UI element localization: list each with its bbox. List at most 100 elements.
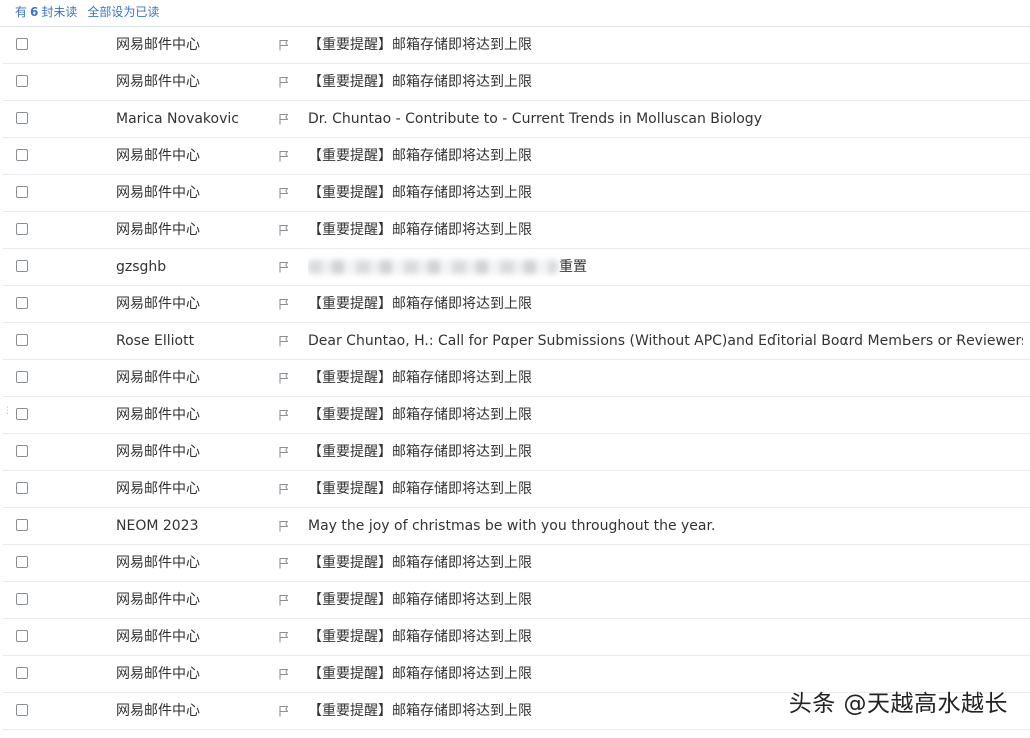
email-row[interactable]: 网易邮件中心 【重要提醒】邮箱存储即将达到上限 bbox=[3, 582, 1030, 619]
select-checkbox[interactable] bbox=[16, 75, 28, 87]
flag-icon[interactable] bbox=[278, 76, 290, 88]
email-row[interactable]: Rose Elliott Dear Chuntao, H.: Call for P… bbox=[3, 323, 1030, 360]
select-checkbox[interactable] bbox=[16, 149, 28, 161]
flag-icon[interactable] bbox=[278, 113, 290, 125]
email-sender: 网易邮件中心 bbox=[116, 148, 200, 164]
email-subject[interactable]: 【重要提醒】邮箱存储即将达到上限 bbox=[308, 286, 532, 322]
flag-icon[interactable] bbox=[278, 668, 290, 680]
select-checkbox[interactable] bbox=[16, 186, 28, 198]
email-sender: 网易邮件中心 bbox=[116, 407, 200, 423]
email-sender: 网易邮件中心 bbox=[116, 296, 200, 312]
select-checkbox[interactable] bbox=[16, 371, 28, 383]
flag-icon[interactable] bbox=[278, 409, 290, 421]
email-subject[interactable]: 【重要提醒】邮箱存储即将达到上限 bbox=[308, 656, 532, 692]
flag-icon[interactable] bbox=[278, 557, 290, 569]
email-row[interactable]: 网易邮件中心 【重要提醒】邮箱存储即将达到上限 bbox=[3, 619, 1030, 656]
drag-handle-icon[interactable]: ⋮ bbox=[3, 407, 12, 421]
select-checkbox[interactable] bbox=[16, 334, 28, 346]
email-row[interactable]: 网易邮件中心 【重要提醒】邮箱存储即将达到上限 bbox=[3, 360, 1030, 397]
flag-icon[interactable] bbox=[278, 520, 290, 532]
select-checkbox[interactable] bbox=[16, 297, 28, 309]
select-checkbox[interactable] bbox=[16, 556, 28, 568]
flag-icon[interactable] bbox=[278, 39, 290, 51]
email-sender: Rose Elliott bbox=[116, 333, 195, 349]
email-sender: gzsghb bbox=[116, 259, 167, 275]
email-subject[interactable]: 【重要提醒】邮箱存储即将达到上限 bbox=[308, 434, 532, 470]
email-sender: 网易邮件中心 bbox=[116, 629, 200, 645]
email-subject[interactable]: 【重要提醒】邮箱存储即将达到上限 bbox=[308, 212, 532, 248]
select-checkbox[interactable] bbox=[16, 260, 28, 272]
email-sender: 网易邮件中心 bbox=[116, 555, 200, 571]
email-subject[interactable]: 【重要提醒】邮箱存储即将达到上限 bbox=[308, 582, 532, 618]
email-subject[interactable]: 【重要提醒】邮箱存储即将达到上限 bbox=[308, 693, 532, 729]
select-checkbox[interactable] bbox=[16, 667, 28, 679]
email-subject[interactable]: Dr. Chuntao - Contribute to - Current Tr… bbox=[308, 101, 762, 137]
select-checkbox[interactable] bbox=[16, 112, 28, 124]
flag-icon[interactable] bbox=[278, 372, 290, 384]
email-row[interactable]: 网易邮件中心 【重要提醒】邮箱存储即将达到上限 bbox=[3, 545, 1030, 582]
email-sender: 网易邮件中心 bbox=[116, 222, 200, 238]
flag-icon[interactable] bbox=[278, 298, 290, 310]
email-subject[interactable]: 【重要提醒】邮箱存储即将达到上限 bbox=[308, 545, 532, 581]
email-subject[interactable]: 【重要提醒】邮箱存储即将达到上限 bbox=[308, 27, 532, 63]
email-row[interactable]: gzsghb 重置 bbox=[3, 249, 1030, 286]
email-row[interactable]: 网易邮件中心 【重要提醒】邮箱存储即将达到上限 bbox=[3, 434, 1030, 471]
email-subject[interactable]: 【重要提醒】邮箱存储即将达到上限 bbox=[308, 64, 532, 100]
select-checkbox[interactable] bbox=[16, 223, 28, 235]
email-subject[interactable]: 【重要提醒】邮箱存储即将达到上限 bbox=[308, 471, 532, 507]
email-subject[interactable]: 【重要提醒】邮箱存储即将达到上限 bbox=[308, 360, 532, 396]
email-sender: Marica Novakovic bbox=[116, 111, 239, 127]
email-row[interactable]: 网易邮件中心 【重要提醒】邮箱存储即将达到上限 bbox=[3, 138, 1030, 175]
flag-icon[interactable] bbox=[278, 705, 290, 717]
email-subject[interactable]: 【重要提醒】邮箱存储即将达到上限 bbox=[308, 175, 532, 211]
watermark: 头条 @天越高水越长 bbox=[788, 691, 1008, 717]
unread-prefix: 有 bbox=[15, 5, 28, 19]
email-sender: NEOM 2023 bbox=[116, 518, 199, 534]
email-subject[interactable]: 【重要提醒】邮箱存储即将达到上限 bbox=[308, 138, 532, 174]
email-subject-text: 重置 bbox=[559, 259, 587, 275]
email-row[interactable]: 网易邮件中心 【重要提醒】邮箱存储即将达到上限 bbox=[3, 471, 1030, 508]
email-row[interactable]: Marica Novakovic Dr. Chuntao - Contribute… bbox=[3, 101, 1030, 138]
select-checkbox[interactable] bbox=[16, 38, 28, 50]
email-sender: 网易邮件中心 bbox=[116, 592, 200, 608]
email-list: 网易邮件中心 【重要提醒】邮箱存储即将达到上限 网易邮件中心 【重要提醒】邮箱存储即将… bbox=[0, 27, 1030, 730]
select-checkbox[interactable] bbox=[16, 445, 28, 457]
unread-summary-bar: 有 6 封未读 全部设为已读 bbox=[0, 0, 1030, 27]
email-sender: 网易邮件中心 bbox=[116, 74, 200, 90]
email-row[interactable]: 网易邮件中心 【重要提醒】邮箱存储即将达到上限 bbox=[3, 64, 1030, 101]
email-row[interactable]: NEOM 2023 May the joy of christmas be wit… bbox=[3, 508, 1030, 545]
email-subject[interactable]: 【重要提醒】邮箱存储即将达到上限 bbox=[308, 397, 532, 433]
email-subject[interactable]: 重置 bbox=[308, 249, 587, 285]
email-row[interactable]: 网易邮件中心 【重要提醒】邮箱存储即将达到上限 bbox=[3, 286, 1030, 323]
email-row[interactable]: 网易邮件中心 【重要提醒】邮箱存储即将达到上限 bbox=[3, 27, 1030, 64]
flag-icon[interactable] bbox=[278, 631, 290, 643]
flag-icon[interactable] bbox=[278, 187, 290, 199]
flag-icon[interactable] bbox=[278, 224, 290, 236]
unread-count: 6 bbox=[30, 5, 39, 19]
email-sender: 网易邮件中心 bbox=[116, 37, 200, 53]
select-checkbox[interactable] bbox=[16, 704, 28, 716]
email-sender: 网易邮件中心 bbox=[116, 481, 200, 497]
flag-icon[interactable] bbox=[278, 150, 290, 162]
email-sender: 网易邮件中心 bbox=[116, 444, 200, 460]
flag-icon[interactable] bbox=[278, 446, 290, 458]
email-row[interactable]: 网易邮件中心 【重要提醒】邮箱存储即将达到上限 bbox=[3, 175, 1030, 212]
flag-icon[interactable] bbox=[278, 335, 290, 347]
flag-icon[interactable] bbox=[278, 594, 290, 606]
flag-icon[interactable] bbox=[278, 261, 290, 273]
flag-icon[interactable] bbox=[278, 483, 290, 495]
email-subject[interactable]: May the joy of christmas be with you thr… bbox=[308, 508, 715, 544]
email-subject[interactable]: Dear Chuntao, H.: Call for Pαper Submiss… bbox=[308, 323, 1023, 359]
mark-all-read-link[interactable]: 全部设为已读 bbox=[87, 5, 159, 19]
email-row[interactable]: ⋮ 网易邮件中心 【重要提醒】邮箱存储即将达到上限 bbox=[3, 397, 1030, 434]
email-row[interactable]: 网易邮件中心 【重要提醒】邮箱存储即将达到上限 bbox=[3, 212, 1030, 249]
email-sender: 网易邮件中心 bbox=[116, 370, 200, 386]
select-checkbox[interactable] bbox=[16, 519, 28, 531]
select-checkbox[interactable] bbox=[16, 408, 28, 420]
select-checkbox[interactable] bbox=[16, 593, 28, 605]
email-sender: 网易邮件中心 bbox=[116, 703, 200, 719]
select-checkbox[interactable] bbox=[16, 482, 28, 494]
unread-suffix: 封未读 bbox=[41, 5, 78, 19]
email-subject[interactable]: 【重要提醒】邮箱存储即将达到上限 bbox=[308, 619, 532, 655]
select-checkbox[interactable] bbox=[16, 630, 28, 642]
